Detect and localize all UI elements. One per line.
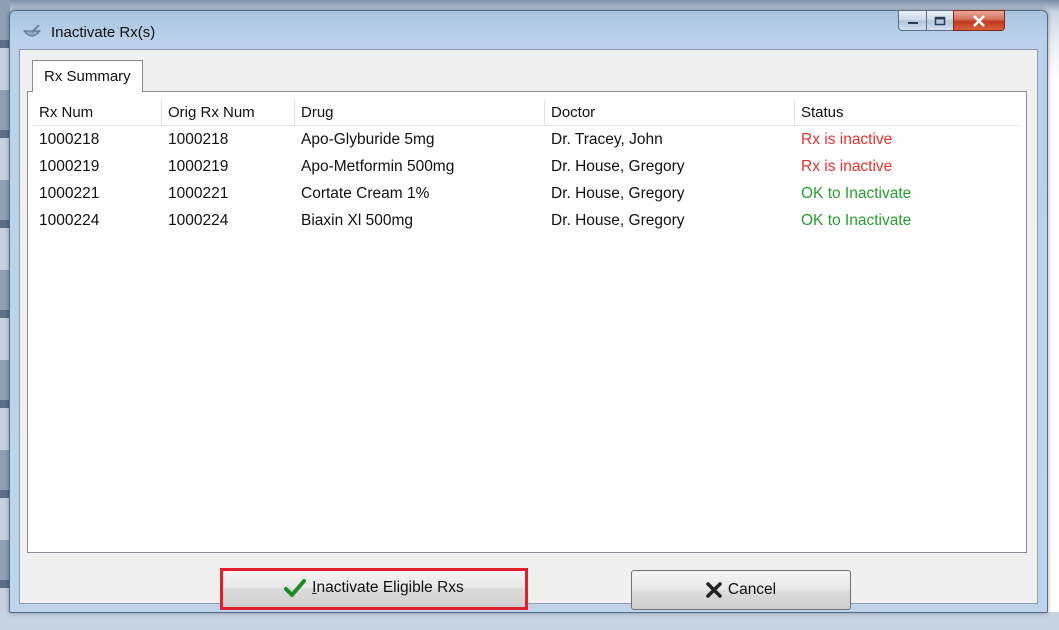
minimize-button[interactable] [898,10,927,31]
cancel-button-label: Cancel [727,581,777,598]
cell-orig-rx-num: 1000224 [168,212,229,229]
background-window-bottom [0,612,1059,630]
cell-orig-rx-num: 1000221 [168,185,229,202]
tab-rx-summary[interactable]: Rx Summary [32,60,143,92]
table-row[interactable]: 1000218 1000218 Apo-Glyburide 5mg Dr. Tr… [33,127,1021,153]
cell-rx-num: 1000221 [39,185,100,202]
cell-doctor: Dr. House, Gregory [551,158,685,175]
table-row[interactable]: 1000219 1000219 Apo-Metformin 500mg Dr. … [33,154,1021,180]
title-bar[interactable]: Inactivate Rx(s) [10,10,1047,47]
inactivate-button-text: nactivate Eligible Rxs [316,579,464,596]
checkmark-icon [284,579,307,597]
close-icon [973,14,985,27]
inactivate-eligible-rxs-button[interactable]: Inactivate Eligible Rxs [221,568,527,608]
table-row[interactable]: 1000224 1000224 Biaxin Xl 500mg Dr. Hous… [33,208,1021,234]
column-header-rx-num[interactable]: Rx Num [33,100,162,125]
maximize-icon [934,16,946,25]
cell-rx-num: 1000218 [39,131,100,148]
rx-list[interactable]: Rx Num Orig Rx Num Drug Doctor Status 10… [33,100,1021,546]
minimize-icon [907,21,918,24]
cell-doctor: Dr. Tracey, John [551,131,663,148]
cell-drug: Apo-Glyburide 5mg [301,131,435,148]
cell-drug: Apo-Metformin 500mg [301,158,455,175]
column-header-doctor[interactable]: Doctor [545,100,795,125]
dialog-client-area: Rx Summary Rx Num Orig Rx Num Drug Docto… [19,49,1038,604]
table-row[interactable]: 1000221 1000221 Cortate Cream 1% Dr. Hou… [33,181,1021,207]
cell-doctor: Dr. House, Gregory [551,212,685,229]
cell-status: Rx is inactive [801,131,893,148]
window-controls [898,10,1037,32]
list-header: Rx Num Orig Rx Num Drug Doctor Status [33,100,1021,126]
inactivate-rx-dialog: Inactivate Rx(s) Rx Summary Rx Num Orig … [9,10,1048,613]
cell-drug: Cortate Cream 1% [301,185,430,202]
cell-rx-num: 1000224 [39,212,100,229]
column-header-orig-rx-num[interactable]: Orig Rx Num [162,100,295,125]
maximize-button[interactable] [926,10,954,31]
x-icon [706,582,722,598]
inactivate-button-label: Inactivate Eligible Rxs [312,579,464,597]
mortar-pestle-icon [23,25,41,37]
window-title: Inactivate Rx(s) [51,24,156,41]
cell-status: Rx is inactive [801,158,893,175]
cell-doctor: Dr. House, Gregory [551,185,685,202]
cell-status: OK to Inactivate [801,212,912,229]
cancel-button[interactable]: Cancel [631,570,851,610]
column-header-drug[interactable]: Drug [295,100,545,125]
close-button[interactable] [953,10,1005,31]
cell-drug: Biaxin Xl 500mg [301,212,414,229]
cell-orig-rx-num: 1000218 [168,131,229,148]
cell-rx-num: 1000219 [39,158,100,175]
column-header-status[interactable]: Status [795,100,1021,125]
cell-orig-rx-num: 1000219 [168,158,229,175]
cell-status: OK to Inactivate [801,185,912,202]
rx-summary-panel: Rx Num Orig Rx Num Drug Doctor Status 10… [27,91,1027,553]
